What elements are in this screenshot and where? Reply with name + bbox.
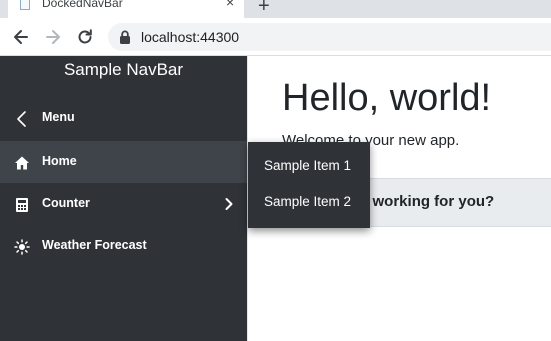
sidebar-item-label: Counter [42, 196, 90, 210]
sidebar-item-weather-forecast[interactable]: Weather Forecast [0, 225, 247, 267]
sidebar-item-menu[interactable]: Menu [0, 97, 247, 139]
new-tab-icon[interactable]: + [258, 0, 270, 16]
chevron-right-icon [224, 197, 234, 216]
counter-submenu: Sample Item 1 Sample Item 2 [248, 142, 370, 228]
sidebar-item-home[interactable]: Home [0, 141, 247, 183]
forward-arrow-icon[interactable] [43, 27, 63, 47]
calculator-icon [14, 197, 30, 213]
tab-title: DockedNavBar [42, 0, 123, 10]
lock-icon [119, 30, 131, 49]
reload-icon[interactable] [75, 27, 95, 47]
back-arrow-icon[interactable] [11, 27, 31, 47]
browser-tabstrip: DockedNavBar × + [0, 0, 551, 18]
sidebar-item-label: Weather Forecast [42, 238, 147, 252]
sidebar: Sample NavBar Menu Home Counter Weather … [0, 56, 247, 341]
browser-toolbar: localhost:44300 [0, 18, 551, 56]
sidebar-item-label: Home [42, 154, 77, 168]
submenu-item-sample-item-2[interactable]: Sample Item 2 [248, 184, 370, 220]
sidebar-item-counter[interactable]: Counter [0, 183, 247, 225]
sun-icon [14, 239, 30, 255]
address-bar[interactable]: localhost:44300 [108, 23, 551, 51]
back-chevron-icon [16, 110, 32, 127]
submenu-item-sample-item-1[interactable]: Sample Item 1 [248, 148, 370, 184]
page-icon [20, 0, 30, 10]
submenu-item-label: Sample Item 2 [264, 194, 352, 209]
submenu-item-label: Sample Item 1 [264, 158, 352, 173]
page-title: Hello, world! [282, 77, 492, 119]
url-text: localhost:44300 [141, 29, 240, 45]
home-icon [14, 155, 30, 171]
sidebar-title: Sample NavBar [63, 60, 184, 79]
browser-tab[interactable]: DockedNavBar × [8, 0, 244, 18]
app-window: DockedNavBar × + localhost:44300 Sample … [0, 0, 551, 341]
tab-close-icon[interactable]: × [226, 0, 234, 9]
sidebar-item-label: Menu [42, 110, 75, 124]
